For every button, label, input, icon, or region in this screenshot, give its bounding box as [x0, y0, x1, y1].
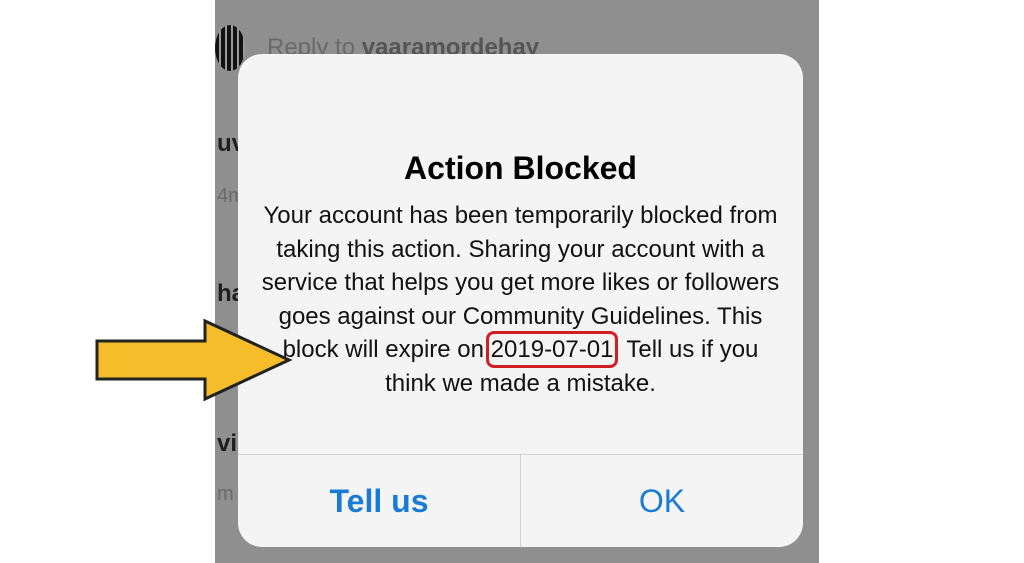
tell-us-button[interactable]: Tell us — [238, 455, 520, 547]
alert-title: Action Blocked — [404, 150, 637, 186]
alert-actions: Tell us OK — [238, 454, 803, 547]
comment-username-fragment: vi — [217, 430, 238, 457]
alert-message: Your account has been temporarily blocke… — [258, 199, 783, 400]
expire-date: 2019-07-01 — [485, 331, 619, 368]
ok-button[interactable]: OK — [520, 455, 803, 547]
right-arrow-icon — [95, 318, 293, 402]
arrow-shape — [95, 318, 293, 402]
screenshot: Reply to vaaramordehay uv 4m ha vi m Act… — [0, 0, 1024, 563]
comment-time-fragment: m — [217, 483, 234, 505]
avatar — [215, 25, 245, 71]
action-blocked-alert: Action Blocked Your account has been tem… — [238, 54, 803, 547]
